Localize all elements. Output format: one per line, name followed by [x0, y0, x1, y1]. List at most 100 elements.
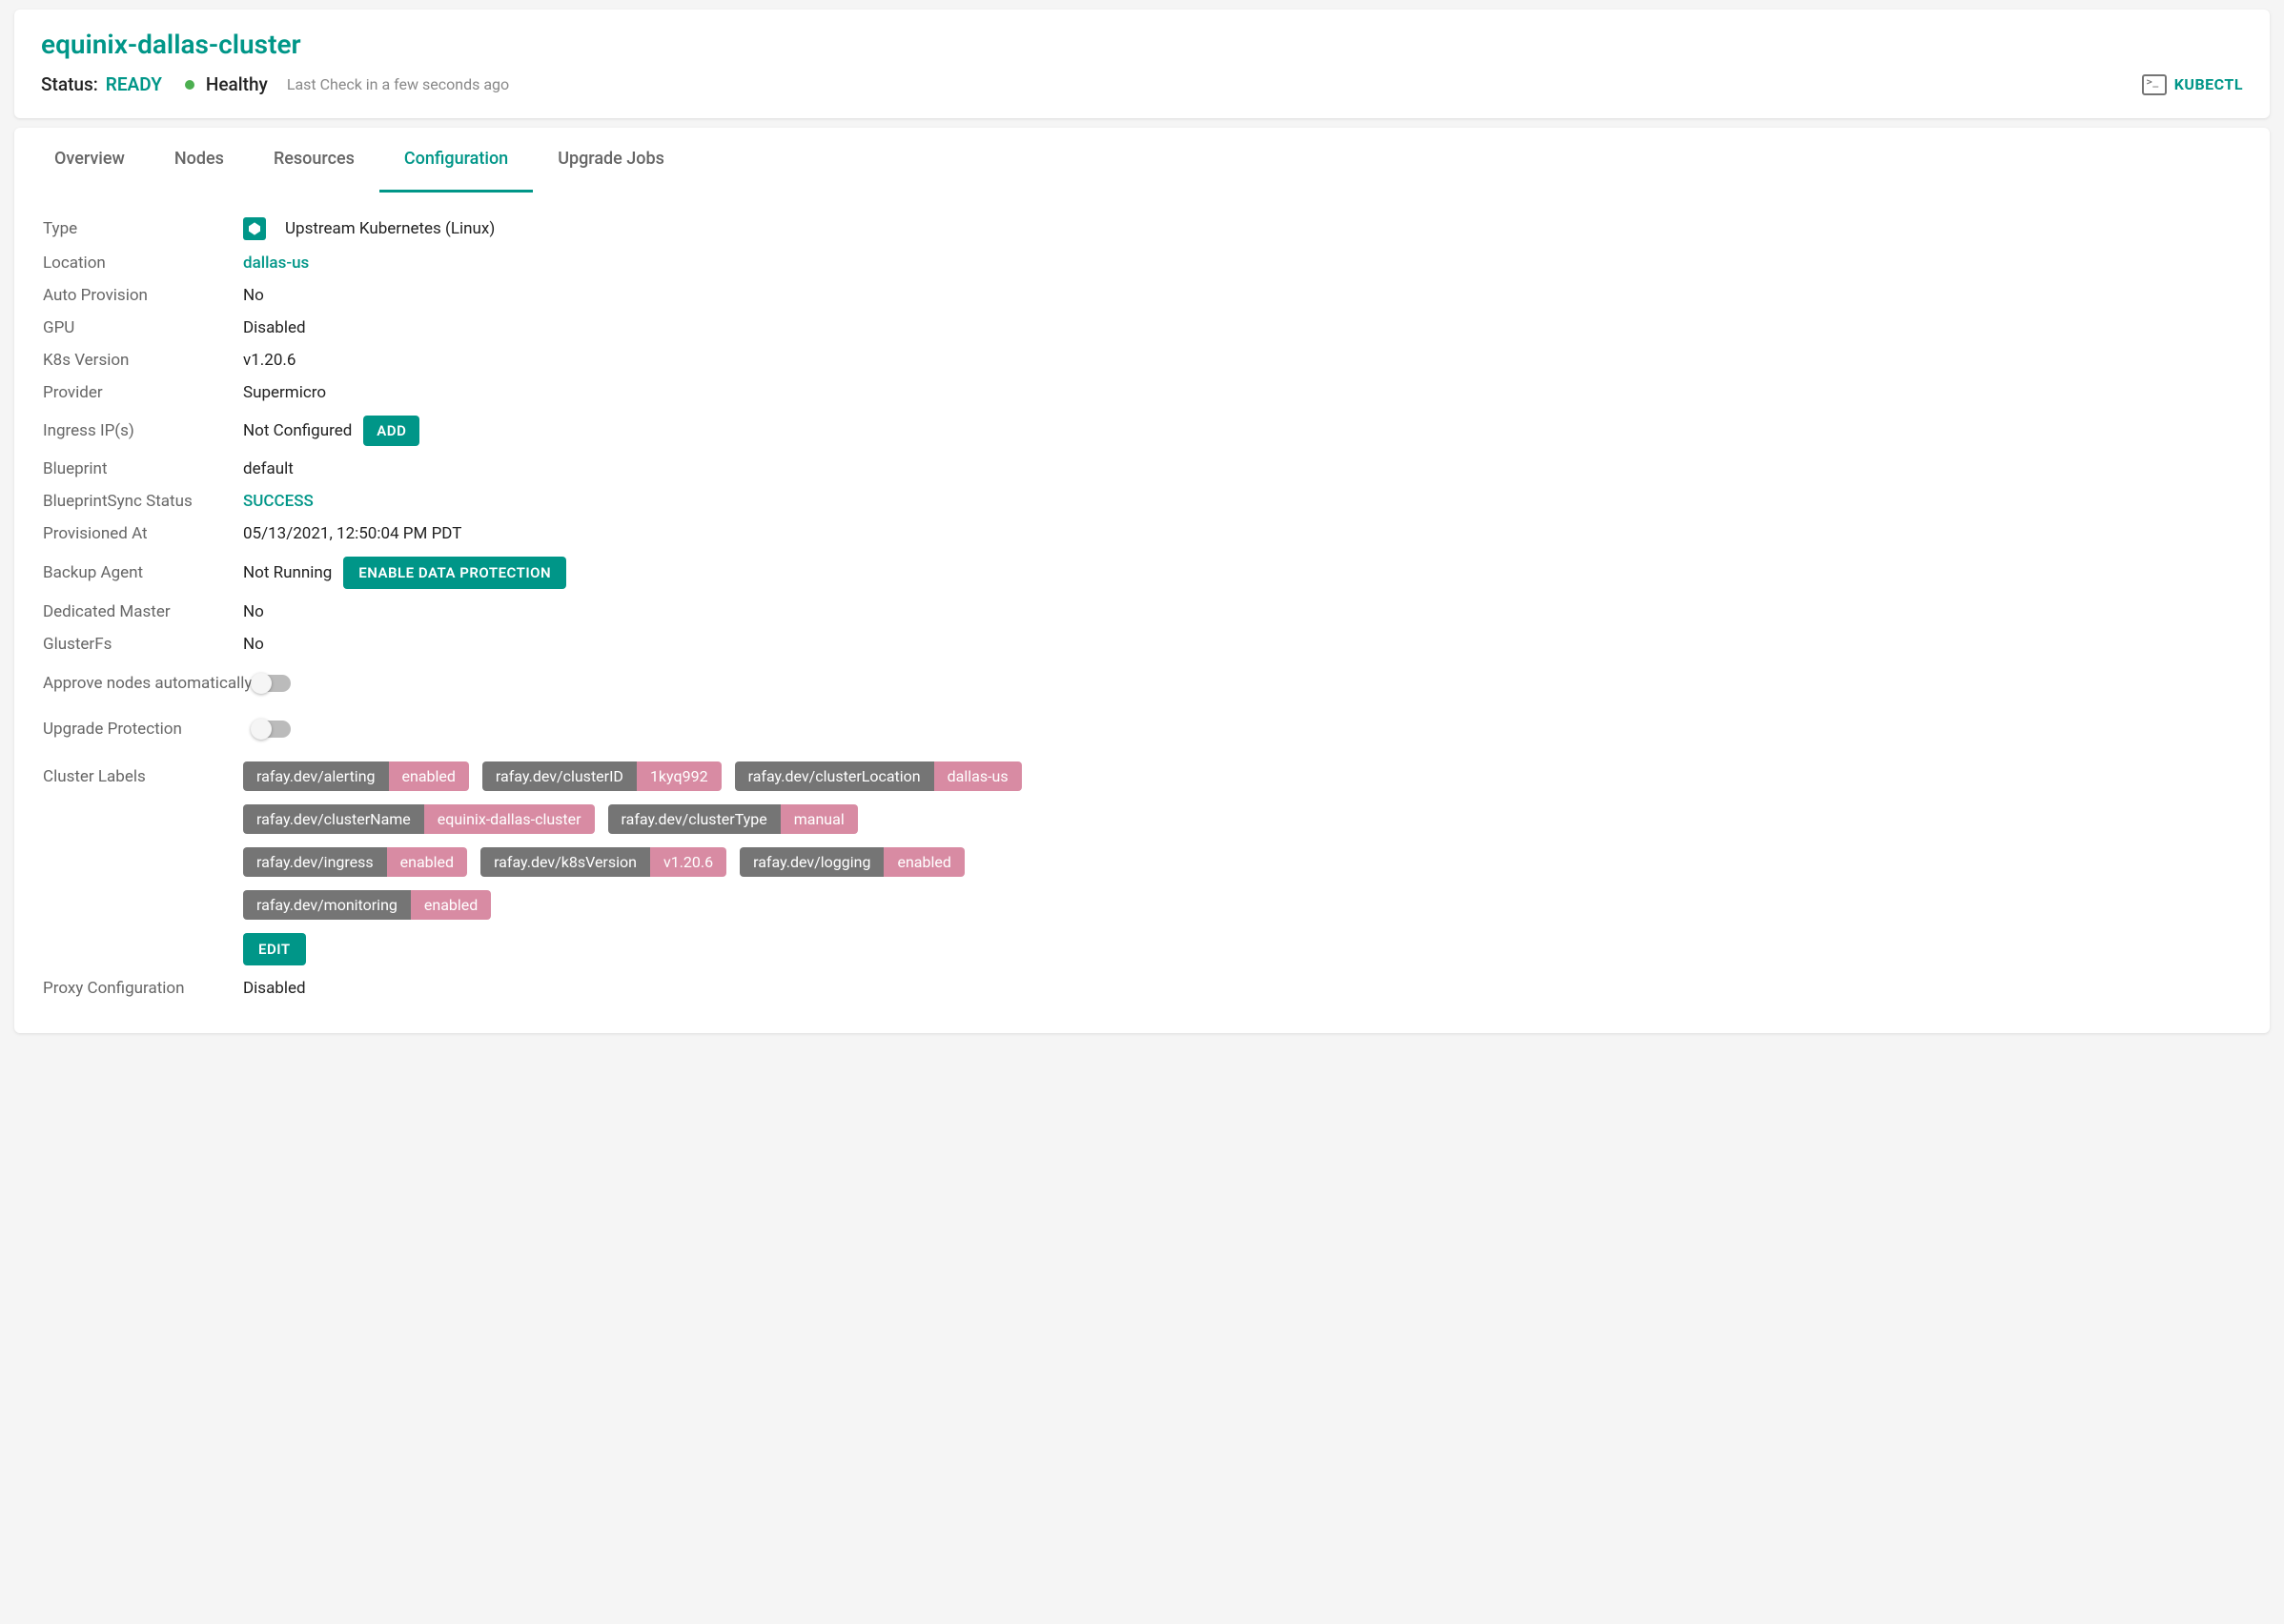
- label-value: enabled: [389, 761, 469, 791]
- value-dedicated-master: No: [243, 602, 264, 621]
- row-blueprint-sync: BlueprintSync Status SUCCESS: [43, 485, 2241, 518]
- label-provider: Provider: [43, 383, 243, 402]
- value-glusterfs: No: [243, 635, 264, 654]
- cluster-label-chip: rafay.dev/clusterTypemanual: [608, 804, 858, 834]
- label-dedicated-master: Dedicated Master: [43, 602, 243, 621]
- value-approve-nodes: [253, 675, 291, 692]
- cluster-label-chip: rafay.dev/clusterLocationdallas-us: [735, 761, 1022, 791]
- label-key: rafay.dev/ingress: [243, 847, 387, 877]
- edit-labels-button[interactable]: EDIT: [243, 933, 306, 965]
- tab-nodes[interactable]: Nodes: [150, 128, 249, 193]
- row-backup: Backup Agent Not Running ENABLE DATA PRO…: [43, 550, 2241, 596]
- kubernetes-icon: [243, 217, 266, 240]
- label-auto-provision: Auto Provision: [43, 286, 243, 305]
- label-backup: Backup Agent: [43, 563, 243, 582]
- backup-text: Not Running: [243, 563, 332, 582]
- value-upgrade-protection: [253, 721, 291, 738]
- kubectl-button[interactable]: KUBECTL: [2142, 74, 2243, 95]
- row-provisioned: Provisioned At 05/13/2021, 12:50:04 PM P…: [43, 518, 2241, 550]
- cluster-title: equinix-dallas-cluster: [41, 29, 2243, 60]
- label-key: rafay.dev/k8sVersion: [480, 847, 650, 877]
- label-key: rafay.dev/monitoring: [243, 890, 411, 920]
- cluster-header: equinix-dallas-cluster Status: READY Hea…: [14, 10, 2270, 118]
- label-value: enabled: [387, 847, 467, 877]
- health-text: Healthy: [206, 73, 268, 95]
- value-location[interactable]: dallas-us: [243, 254, 309, 273]
- cluster-label-chip: rafay.dev/clusterID1kyq992: [482, 761, 722, 791]
- last-check: Last Check in a few seconds ago: [287, 75, 509, 93]
- label-gpu: GPU: [43, 318, 243, 337]
- cluster-label-chip: rafay.dev/k8sVersionv1.20.6: [480, 847, 726, 877]
- value-cluster-labels: rafay.dev/alertingenabledrafay.dev/clust…: [243, 761, 1053, 920]
- label-location: Location: [43, 254, 243, 273]
- label-key: rafay.dev/clusterName: [243, 804, 424, 834]
- row-upgrade-protection: Upgrade Protection: [43, 706, 2241, 752]
- label-provisioned: Provisioned At: [43, 524, 243, 543]
- label-key: rafay.dev/clusterLocation: [735, 761, 934, 791]
- terminal-icon: [2142, 74, 2167, 95]
- cluster-label-chip: rafay.dev/ingressenabled: [243, 847, 467, 877]
- row-proxy: Proxy Configuration Disabled: [43, 972, 2241, 1005]
- cluster-label-chip: rafay.dev/clusterNameequinix-dallas-clus…: [243, 804, 595, 834]
- label-upgrade-protection: Upgrade Protection: [43, 720, 253, 739]
- label-value: v1.20.6: [650, 847, 726, 877]
- row-provider: Provider Supermicro: [43, 376, 2241, 409]
- tab-resources[interactable]: Resources: [249, 128, 379, 193]
- label-proxy: Proxy Configuration: [43, 979, 243, 998]
- value-proxy: Disabled: [243, 979, 306, 998]
- label-value: enabled: [411, 890, 491, 920]
- type-text: Upstream Kubernetes (Linux): [285, 219, 495, 238]
- label-key: rafay.dev/clusterType: [608, 804, 781, 834]
- tab-overview[interactable]: Overview: [30, 128, 150, 193]
- tabs: Overview Nodes Resources Configuration U…: [14, 128, 2270, 193]
- label-key: rafay.dev/alerting: [243, 761, 389, 791]
- value-auto-provision: No: [243, 286, 264, 305]
- label-value: equinix-dallas-cluster: [424, 804, 595, 834]
- health-dot-icon: [185, 80, 194, 90]
- tab-configuration[interactable]: Configuration: [379, 128, 533, 193]
- row-auto-provision: Auto Provision No: [43, 279, 2241, 312]
- value-edit: EDIT: [243, 933, 306, 965]
- label-k8s-version: K8s Version: [43, 351, 243, 370]
- approve-nodes-toggle[interactable]: [253, 675, 291, 692]
- row-blueprint: Blueprint default: [43, 453, 2241, 485]
- label-value: enabled: [884, 847, 964, 877]
- row-glusterfs: GlusterFs No: [43, 628, 2241, 660]
- label-value: manual: [781, 804, 858, 834]
- value-k8s-version: v1.20.6: [243, 351, 296, 370]
- value-gpu: Disabled: [243, 318, 306, 337]
- value-blueprint-sync: SUCCESS: [243, 492, 314, 511]
- status-left: Status: READY Healthy Last Check in a fe…: [41, 73, 509, 95]
- status-label: Status:: [41, 73, 98, 95]
- upgrade-protection-toggle[interactable]: [253, 721, 291, 738]
- row-approve-nodes: Approve nodes automatically: [43, 660, 2241, 706]
- row-edit: EDIT: [43, 926, 2241, 972]
- cluster-label-chip: rafay.dev/monitoringenabled: [243, 890, 491, 920]
- row-ingress: Ingress IP(s) Not Configured ADD: [43, 409, 2241, 453]
- ingress-text: Not Configured: [243, 421, 352, 440]
- label-glusterfs: GlusterFs: [43, 635, 243, 654]
- row-k8s-version: K8s Version v1.20.6: [43, 344, 2241, 376]
- status-row: Status: READY Healthy Last Check in a fe…: [41, 73, 2243, 95]
- kubectl-label: KUBECTL: [2174, 75, 2243, 93]
- labels-container: rafay.dev/alertingenabledrafay.dev/clust…: [243, 761, 1053, 920]
- value-blueprint: default: [243, 459, 294, 478]
- label-type: Type: [43, 219, 243, 238]
- row-dedicated-master: Dedicated Master No: [43, 596, 2241, 628]
- label-approve-nodes: Approve nodes automatically: [43, 674, 253, 693]
- label-ingress: Ingress IP(s): [43, 421, 243, 440]
- label-blueprint-sync: BlueprintSync Status: [43, 492, 243, 511]
- value-ingress: Not Configured ADD: [243, 416, 419, 446]
- label-cluster-labels: Cluster Labels: [43, 761, 243, 786]
- main-panel: Overview Nodes Resources Configuration U…: [14, 128, 2270, 1033]
- label-value: dallas-us: [934, 761, 1022, 791]
- config-body: Type Upstream Kubernetes (Linux) Locatio…: [14, 193, 2270, 1033]
- label-key: rafay.dev/logging: [740, 847, 884, 877]
- tab-upgrade-jobs[interactable]: Upgrade Jobs: [533, 128, 689, 193]
- value-provider: Supermicro: [243, 383, 326, 402]
- value-type: Upstream Kubernetes (Linux): [243, 217, 495, 240]
- row-location: Location dallas-us: [43, 247, 2241, 279]
- label-value: 1kyq992: [637, 761, 722, 791]
- add-ingress-button[interactable]: ADD: [363, 416, 419, 446]
- enable-data-protection-button[interactable]: ENABLE DATA PROTECTION: [343, 557, 566, 589]
